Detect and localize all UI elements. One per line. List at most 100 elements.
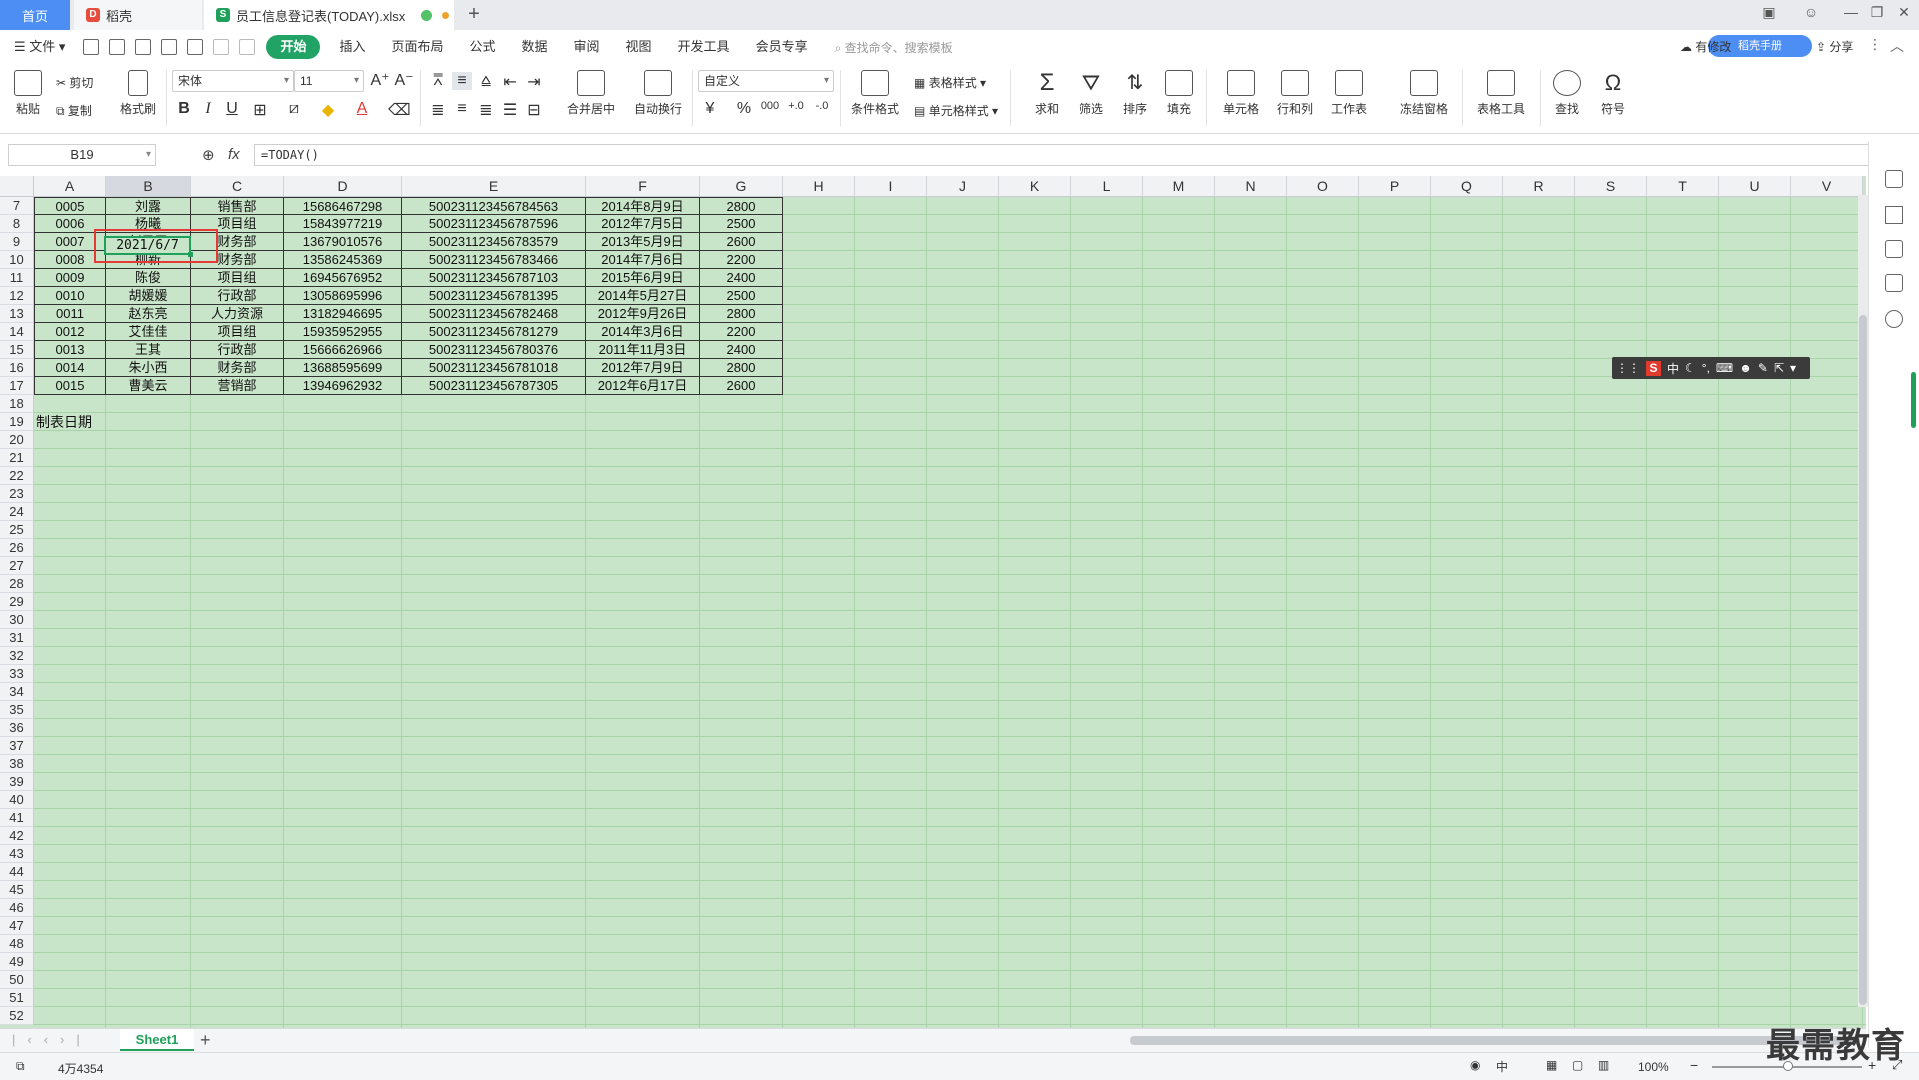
- table-cell[interactable]: 500231123456782468: [402, 305, 586, 323]
- column-header[interactable]: O: [1287, 176, 1359, 197]
- save-icon[interactable]: [109, 39, 126, 55]
- bold-icon[interactable]: B: [174, 100, 194, 118]
- column-header[interactable]: Q: [1431, 176, 1503, 197]
- table-cell[interactable]: 500231123456783466: [402, 251, 586, 269]
- table-cell[interactable]: 王其: [106, 341, 191, 359]
- row-header[interactable]: 25: [0, 521, 34, 539]
- row-header[interactable]: 14: [0, 323, 34, 341]
- table-cell[interactable]: 16945676952: [284, 269, 402, 287]
- formula-input[interactable]: =TODAY(): [254, 144, 1872, 166]
- justify-icon[interactable]: ☰: [500, 100, 520, 120]
- name-box[interactable]: B19: [8, 144, 156, 166]
- table-cell[interactable]: 行政部: [191, 341, 284, 359]
- backup-icon[interactable]: [1885, 274, 1903, 292]
- column-header[interactable]: I: [855, 176, 927, 197]
- export-pdf-icon[interactable]: [135, 39, 152, 55]
- font-size-select[interactable]: 11: [294, 70, 364, 92]
- column-header[interactable]: L: [1071, 176, 1143, 197]
- align-center-icon[interactable]: ≡: [452, 100, 472, 118]
- redo-icon[interactable]: [239, 39, 256, 55]
- row-header[interactable]: 47: [0, 917, 34, 935]
- macro-record-icon[interactable]: ⧉: [16, 1059, 25, 1074]
- comment-icon[interactable]: [1885, 170, 1903, 188]
- underline-icon[interactable]: U: [222, 100, 242, 118]
- column-header[interactable]: U: [1719, 176, 1791, 197]
- table-cell[interactable]: 2600: [700, 233, 783, 251]
- table-cell[interactable]: 财务部: [191, 359, 284, 377]
- table-cell[interactable]: 2800: [700, 359, 783, 377]
- panel-expand-handle[interactable]: [1911, 372, 1916, 428]
- table-cell[interactable]: 0014: [34, 359, 106, 377]
- increase-decimal-icon[interactable]: +.0: [786, 100, 806, 112]
- row-header[interactable]: 29: [0, 593, 34, 611]
- row-header[interactable]: 27: [0, 557, 34, 575]
- moon-icon[interactable]: ☾: [1685, 361, 1696, 375]
- settings-slider-icon[interactable]: [1885, 240, 1903, 258]
- table-cell[interactable]: 项目组: [191, 323, 284, 341]
- currency-icon[interactable]: ¥: [700, 100, 720, 118]
- merge-center-button[interactable]: 合并居中: [560, 70, 622, 117]
- table-cell[interactable]: 500231123456787305: [402, 377, 586, 395]
- font-color-icon[interactable]: A: [352, 100, 372, 118]
- row-header[interactable]: 48: [0, 935, 34, 953]
- row-header[interactable]: 52: [0, 1007, 34, 1025]
- table-cell[interactable]: 15666626966: [284, 341, 402, 359]
- table-cell[interactable]: 500231123456781279: [402, 323, 586, 341]
- add-sheet-button[interactable]: +: [200, 1030, 211, 1051]
- column-header[interactable]: E: [402, 176, 586, 197]
- row-header[interactable]: 12: [0, 287, 34, 305]
- table-cell[interactable]: 15686467298: [284, 197, 402, 215]
- column-header[interactable]: F: [586, 176, 700, 197]
- worksheet-button[interactable]: 工作表: [1326, 70, 1372, 117]
- column-header[interactable]: B: [106, 176, 191, 197]
- italic-icon[interactable]: I: [198, 100, 218, 118]
- number-format-select[interactable]: 自定义: [698, 70, 834, 92]
- table-cell[interactable]: 0010: [34, 287, 106, 305]
- tab-document[interactable]: S 员工信息登记表(TODAY).xlsx: [204, 0, 454, 30]
- row-header[interactable]: 32: [0, 647, 34, 665]
- print-preview-icon[interactable]: [187, 39, 204, 55]
- table-cell[interactable]: 2014年5月27日: [586, 287, 700, 305]
- row-header[interactable]: 49: [0, 953, 34, 971]
- avatar[interactable]: ☺: [1800, 4, 1822, 20]
- cell-style-button[interactable]: ▤ 单元格样式 ▾: [914, 102, 998, 119]
- row-header[interactable]: 33: [0, 665, 34, 683]
- column-header[interactable]: S: [1575, 176, 1647, 197]
- page-break-view-icon[interactable]: ▥: [1598, 1058, 1609, 1072]
- row-header[interactable]: 22: [0, 467, 34, 485]
- row-column-button[interactable]: 行和列: [1272, 70, 1318, 117]
- row-header[interactable]: 11: [0, 269, 34, 287]
- row-header[interactable]: 21: [0, 449, 34, 467]
- row-header[interactable]: 45: [0, 881, 34, 899]
- table-cell[interactable]: 0005: [34, 197, 106, 215]
- collapse-ribbon-icon[interactable]: ︿: [1890, 36, 1904, 56]
- row-header[interactable]: 13: [0, 305, 34, 323]
- page-layout-view-icon[interactable]: ▢: [1572, 1058, 1583, 1072]
- table-cell[interactable]: 2012年6月17日: [586, 377, 700, 395]
- tab-home[interactable]: 首页: [0, 0, 70, 30]
- table-cell[interactable]: 0009: [34, 269, 106, 287]
- wrap-text-button[interactable]: 自动换行: [630, 70, 686, 117]
- column-header[interactable]: M: [1143, 176, 1215, 197]
- table-cell[interactable]: 500231123456787103: [402, 269, 586, 287]
- table-cell[interactable]: 500231123456783579: [402, 233, 586, 251]
- table-cell[interactable]: 15843977219: [284, 215, 402, 233]
- row-header[interactable]: 20: [0, 431, 34, 449]
- table-cell[interactable]: 行政部: [191, 287, 284, 305]
- table-cell[interactable]: 500231123456781018: [402, 359, 586, 377]
- row-header[interactable]: 40: [0, 791, 34, 809]
- align-right-icon[interactable]: ≣: [476, 100, 496, 120]
- tab-review[interactable]: 审阅: [561, 35, 613, 59]
- symbol-button[interactable]: Ω 符号: [1596, 70, 1630, 117]
- ime-menu-icon[interactable]: ▾: [1790, 361, 1796, 375]
- column-header[interactable]: N: [1215, 176, 1287, 197]
- tab-page-layout[interactable]: 页面布局: [378, 35, 456, 59]
- font-family-select[interactable]: 宋体: [172, 70, 294, 92]
- sort-button[interactable]: ⇅ 排序: [1118, 70, 1152, 117]
- autosum-button[interactable]: Σ 求和: [1030, 70, 1064, 117]
- share-button[interactable]: ⇪ 分享: [1816, 38, 1853, 55]
- table-cell[interactable]: 赵东亮: [106, 305, 191, 323]
- row-header[interactable]: 51: [0, 989, 34, 1007]
- table-cell[interactable]: 销售部: [191, 197, 284, 215]
- indent-decrease-icon[interactable]: ⇤: [500, 72, 520, 92]
